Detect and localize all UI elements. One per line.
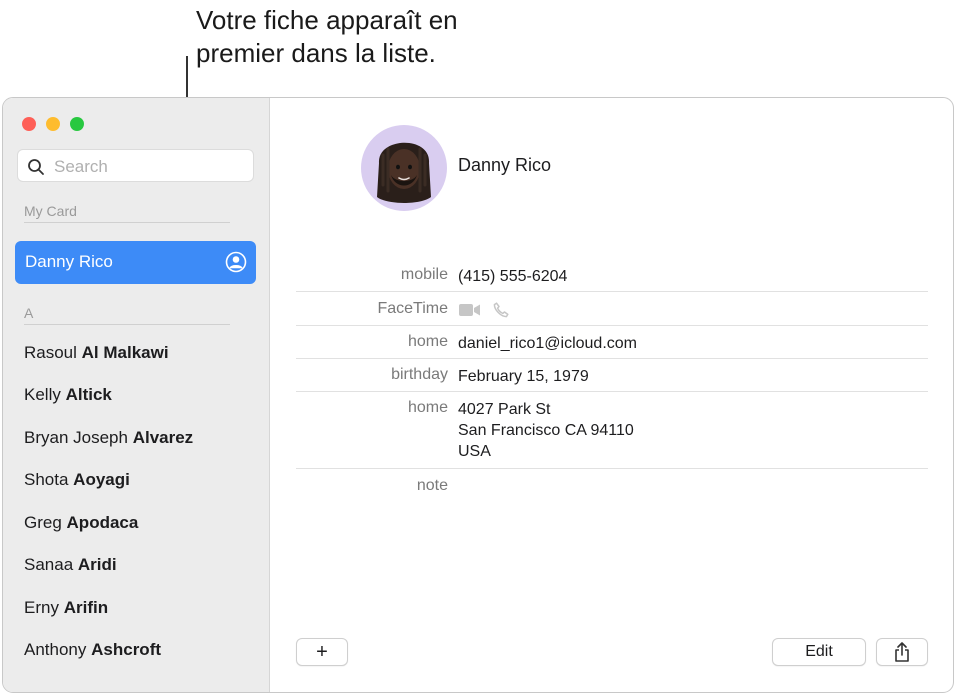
field-label-address: home xyxy=(407,399,448,416)
contact-item[interactable]: Anthony Ashcroft xyxy=(24,640,161,660)
field-label-facetime: FaceTime xyxy=(377,300,448,317)
first-name: Bryan Joseph xyxy=(24,428,128,447)
search-field[interactable] xyxy=(17,149,254,182)
contact-detail-pane: Danny Rico mobile (415) 555-6204 FaceTim… xyxy=(270,98,953,692)
field-label-mobile: mobile xyxy=(400,266,448,283)
first-name: Greg xyxy=(24,513,62,532)
address-line-3: USA xyxy=(458,443,491,460)
contacts-window: My Card Danny Rico A Rasoul Al Malkawi K… xyxy=(2,97,954,693)
divider xyxy=(24,324,230,325)
first-name: Kelly xyxy=(24,385,61,404)
last-name: Alvarez xyxy=(132,428,194,447)
last-name: Aoyagi xyxy=(73,470,130,489)
share-button[interactable] xyxy=(876,638,928,666)
last-name: Arifin xyxy=(63,598,109,617)
divider xyxy=(296,291,928,292)
contact-item[interactable]: Greg Apodaca xyxy=(24,513,138,533)
address-line-2: San Francisco CA 94110 xyxy=(458,422,634,439)
search-icon xyxy=(28,159,44,175)
contact-full-name: Danny Rico xyxy=(458,155,552,175)
contact-item-my-card[interactable]: Danny Rico xyxy=(15,241,256,284)
phone-number[interactable]: (415) 555-6204 xyxy=(458,266,567,287)
divider xyxy=(296,358,928,359)
contact-name: Danny Rico xyxy=(25,252,113,271)
address-value[interactable]: 4027 Park St San Francisco CA 94110 USA xyxy=(458,399,634,462)
first-name: Shota xyxy=(24,470,69,489)
divider xyxy=(24,222,230,223)
edit-button[interactable]: Edit xyxy=(772,638,866,666)
contact-item[interactable]: Shota Aoyagi xyxy=(24,470,130,490)
search-input[interactable] xyxy=(52,155,246,179)
close-window-button[interactable] xyxy=(22,117,36,131)
callout-line-2: premier dans la liste. xyxy=(196,38,436,68)
my-card-header: My Card xyxy=(24,203,77,219)
last-name: Apodaca xyxy=(66,513,139,532)
field-label-note: note xyxy=(416,477,448,494)
section-header-a: A xyxy=(24,305,34,321)
field-label-birthday: birthday xyxy=(391,366,448,383)
add-button[interactable]: + xyxy=(296,638,348,666)
me-card-icon xyxy=(225,251,247,273)
video-icon[interactable] xyxy=(459,303,481,317)
last-name: Al Malkawi xyxy=(81,343,169,362)
first-name: Anthony xyxy=(24,640,87,659)
callout-line-1: Votre fiche apparaît en xyxy=(196,5,458,35)
avatar xyxy=(361,125,447,211)
facetime-actions xyxy=(459,301,510,319)
contact-item[interactable]: Sanaa Aridi xyxy=(24,555,117,575)
email-address[interactable]: daniel_rico1@icloud.com xyxy=(458,333,637,354)
last-name: Aridi xyxy=(77,555,117,574)
first-name: Sanaa xyxy=(24,555,74,574)
last-name: Ashcroft xyxy=(91,640,162,659)
phone-icon[interactable] xyxy=(493,302,510,318)
zoom-window-button[interactable] xyxy=(70,117,84,131)
first-name: Erny xyxy=(24,598,59,617)
minimize-window-button[interactable] xyxy=(46,117,60,131)
contact-item[interactable]: Erny Arifin xyxy=(24,598,108,618)
divider xyxy=(296,391,928,392)
callout-text: Votre fiche apparaît en premier dans la … xyxy=(196,4,458,70)
first-name: Rasoul xyxy=(24,343,77,362)
birthday-value: February 15, 1979 xyxy=(458,368,589,385)
divider xyxy=(296,468,928,469)
contact-item[interactable]: Rasoul Al Malkawi xyxy=(24,343,169,363)
contact-item[interactable]: Kelly Altick xyxy=(24,385,112,405)
sidebar: My Card Danny Rico A Rasoul Al Malkawi K… xyxy=(3,98,270,692)
field-label-email: home xyxy=(407,333,448,350)
share-icon xyxy=(895,642,909,662)
contact-item[interactable]: Bryan Joseph Alvarez xyxy=(24,428,193,448)
address-line-1: 4027 Park St xyxy=(458,401,551,418)
last-name: Altick xyxy=(65,385,112,404)
divider xyxy=(296,325,928,326)
